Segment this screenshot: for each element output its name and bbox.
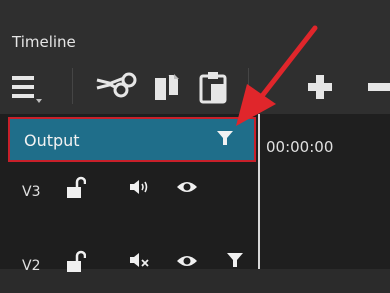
output-track-label: Output: [24, 131, 80, 150]
timeline-toolbar: [0, 58, 390, 118]
panel-title-bar: Timeline: [0, 0, 390, 58]
eye-icon[interactable]: [176, 179, 198, 195]
panel-title: Timeline: [12, 33, 76, 51]
plus-icon[interactable]: [305, 66, 335, 106]
track-name: V3: [22, 184, 41, 200]
toolbar-separator: [72, 68, 73, 104]
copy-icon[interactable]: [152, 66, 182, 106]
toolbar-separator: [248, 68, 249, 104]
paste-icon[interactable]: [198, 66, 232, 106]
eye-icon[interactable]: [176, 253, 198, 269]
track-header-v3[interactable]: V3: [0, 168, 258, 218]
filter-icon[interactable]: [226, 251, 244, 269]
scissors-icon[interactable]: [93, 66, 139, 106]
minus-icon[interactable]: [366, 66, 390, 106]
unlock-icon[interactable]: [66, 176, 86, 200]
track-name: V2: [22, 258, 41, 274]
track-header-v2[interactable]: V2: [0, 243, 258, 293]
hamburger-menu-icon[interactable]: [10, 66, 50, 106]
unlock-icon[interactable]: [66, 250, 86, 274]
mute-icon[interactable]: [127, 251, 151, 269]
speaker-icon[interactable]: [127, 178, 151, 196]
timecode-label: 00:00:00: [266, 138, 334, 156]
output-track-header[interactable]: Output: [8, 117, 256, 162]
filter-icon[interactable]: [216, 129, 234, 147]
